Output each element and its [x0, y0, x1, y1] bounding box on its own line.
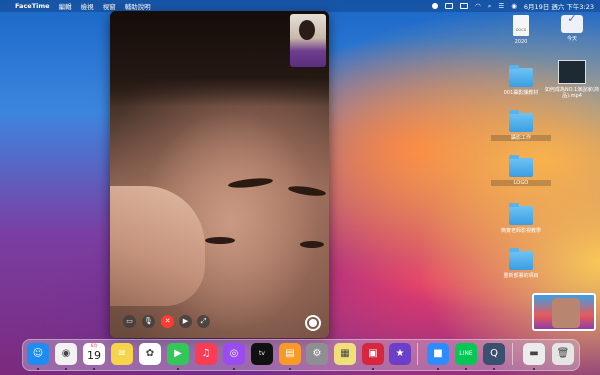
- end-call-button[interactable]: ✕: [161, 315, 174, 328]
- podcasts-icon[interactable]: ◎: [223, 343, 245, 365]
- finder-icon[interactable]: ☺: [27, 343, 49, 365]
- zoom-icon[interactable]: ■: [427, 343, 449, 365]
- sidebar-toggle-icon[interactable]: ▭: [123, 315, 136, 328]
- dock-running-indicator: [493, 368, 495, 370]
- dock-separator: [512, 343, 513, 365]
- folder-icon: [509, 65, 533, 87]
- video-file-icon: [558, 60, 586, 84]
- dock-running-indicator: [65, 368, 67, 370]
- dock-running-indicator: [437, 368, 439, 370]
- self-view-pip[interactable]: [290, 14, 326, 67]
- dock-running-indicator: [533, 368, 535, 370]
- imovie-icon[interactable]: ★: [389, 343, 411, 365]
- remote-video-brow-right: [287, 184, 327, 198]
- desktop-item-label: 攝影工作: [491, 135, 551, 141]
- desktop-item-redeployed[interactable]: 重新部署的項目: [491, 248, 551, 279]
- screenshot-thumbnail-preview[interactable]: [532, 293, 596, 331]
- menu-edit[interactable]: 編輯: [59, 1, 72, 11]
- menu-view[interactable]: 檢視: [81, 1, 94, 11]
- desktop-item-photo-work[interactable]: 攝影工作: [491, 110, 551, 141]
- camera-toggle-icon[interactable]: ▶: [179, 315, 192, 328]
- siri-icon[interactable]: ◉: [511, 2, 517, 10]
- desktop-item-video-file[interactable]: 如何成為NO.1演說家(商品).mp4: [542, 60, 600, 99]
- fullscreen-icon[interactable]: ⤢: [197, 315, 210, 328]
- remote-video-brow-left: [227, 176, 274, 190]
- chrome-icon[interactable]: ◉: [55, 343, 77, 365]
- line-icon[interactable]: LINE: [455, 343, 477, 365]
- mute-microphone-icon[interactable]: 🎙: [142, 315, 155, 328]
- quicktime-icon[interactable]: Q: [483, 343, 505, 365]
- calendar-check-icon: [561, 15, 583, 33]
- self-view-head: [299, 20, 315, 40]
- control-center-icon[interactable]: ☰: [498, 2, 504, 10]
- document-icon: DOCX: [513, 15, 529, 36]
- folder-icon: [509, 155, 533, 177]
- folder-icon: [509, 203, 533, 225]
- photos-icon[interactable]: ✿: [139, 343, 161, 365]
- desktop-item-label: 今天: [566, 36, 577, 42]
- desktop-item-label: 簡實老師影視教學: [500, 228, 541, 234]
- search-icon[interactable]: ⌕: [488, 2, 492, 11]
- dock-running-indicator: [372, 368, 374, 370]
- calendar-day-label: 19: [87, 349, 101, 362]
- stickies-icon[interactable]: ▦: [334, 343, 356, 365]
- tv-icon[interactable]: tv: [251, 343, 273, 365]
- facetime-icon[interactable]: ▶: [167, 343, 189, 365]
- desktop-item-logo[interactable]: LOGO: [491, 155, 551, 186]
- dock-running-indicator: [93, 368, 95, 370]
- dock-running-indicator: [177, 368, 179, 370]
- menu-window[interactable]: 視窗: [103, 1, 116, 11]
- trash-icon[interactable]: 🗑: [552, 343, 574, 365]
- dock-running-indicator: [289, 368, 291, 370]
- desktop-item-label: 如何成為NO.1演說家(商品).mp4: [544, 87, 600, 99]
- status-dot-icon[interactable]: [432, 3, 439, 9]
- notes-icon[interactable]: ≡: [111, 343, 133, 365]
- desktop-item-today[interactable]: 今天: [542, 15, 600, 42]
- menu-clock[interactable]: 6月19日 週六 下午3:23: [524, 1, 594, 11]
- books-icon[interactable]: ▤: [279, 343, 301, 365]
- dock-running-indicator: [37, 368, 39, 370]
- battery-icon[interactable]: [460, 3, 469, 9]
- menu-app-name[interactable]: FaceTime: [15, 2, 50, 10]
- desktop-item-teaching[interactable]: 簡實老師影視教學: [491, 203, 551, 234]
- menu-help[interactable]: 輔助說明: [125, 1, 151, 11]
- facetime-video-window[interactable]: ▭ 🎙 ✕ ▶ ⤢: [110, 11, 329, 338]
- screenshot-icon[interactable]: ▬: [523, 343, 545, 365]
- desktop-item-label: 重新部署的項目: [503, 273, 539, 279]
- desktop-item-label: LOGO: [491, 180, 551, 186]
- dock-running-indicator: [465, 368, 467, 370]
- music-icon[interactable]: ♫: [195, 343, 217, 365]
- folder-icon: [509, 248, 533, 270]
- folder-icon: [509, 110, 533, 132]
- dock-running-indicator: [233, 368, 235, 370]
- gear-icon[interactable]: ⚙: [306, 343, 328, 365]
- calendar-icon[interactable]: 6月 19: [83, 343, 105, 365]
- remote-video-eye-left: [205, 237, 235, 244]
- remote-video-eye-right: [300, 241, 324, 248]
- wifi-icon[interactable]: ◠: [475, 2, 481, 10]
- screen-mirror-icon[interactable]: [445, 3, 454, 9]
- photobooth-icon[interactable]: ▣: [362, 343, 384, 365]
- remote-video-hand: [110, 186, 205, 306]
- dock-separator: [417, 343, 418, 365]
- live-photo-shutter-button[interactable]: [305, 315, 321, 331]
- thumbnail-face: [552, 298, 580, 328]
